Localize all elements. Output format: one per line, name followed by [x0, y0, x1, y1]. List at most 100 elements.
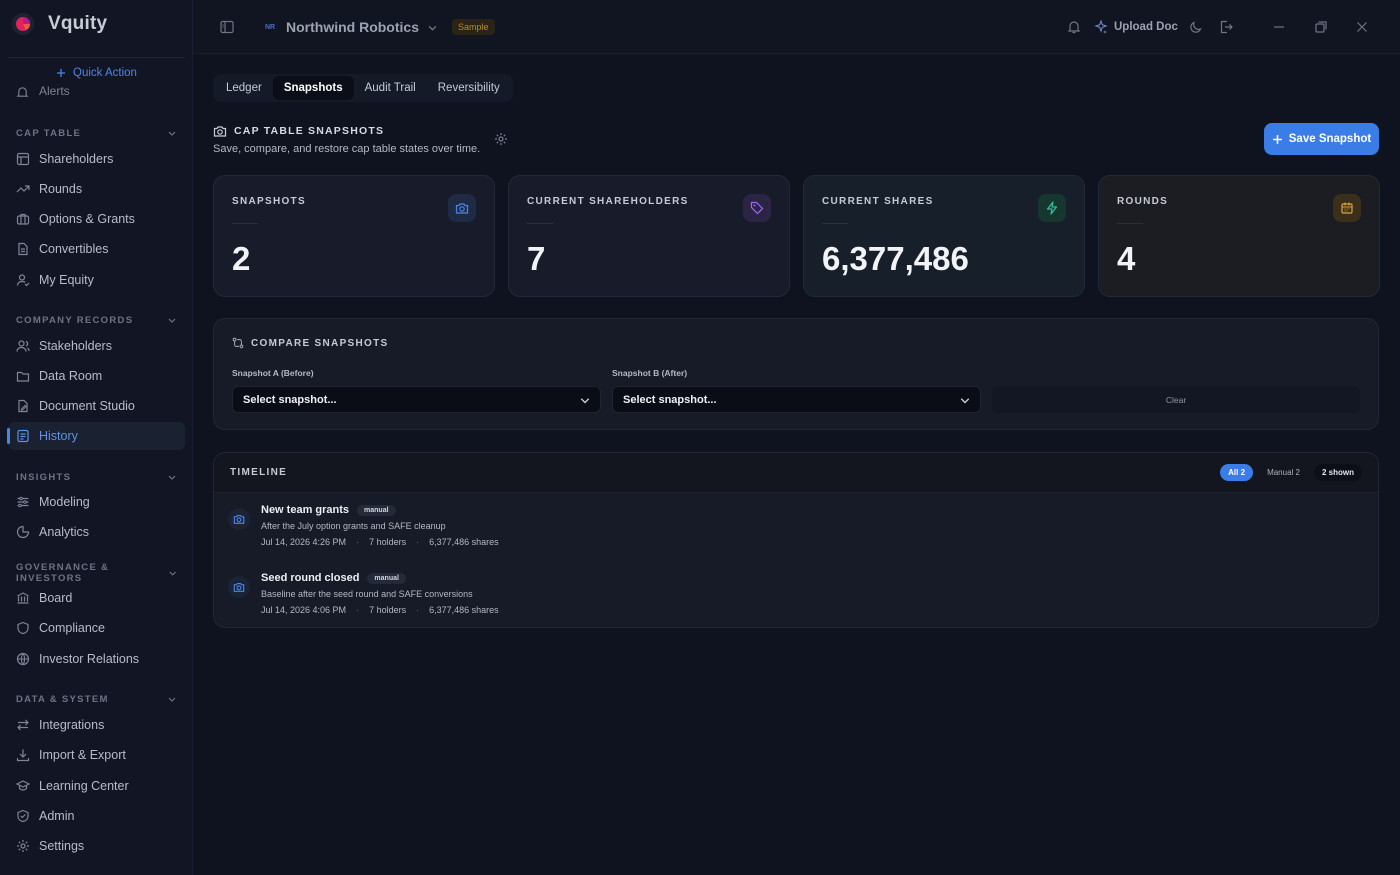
timeline-item-holders: 7 holders [369, 537, 407, 547]
chevron-down-icon [960, 397, 970, 403]
sidebar-item-alerts[interactable]: Alerts [16, 86, 70, 98]
section-title: COMPANY RECORDS [16, 314, 134, 326]
history-icon [17, 429, 29, 443]
minimize-window-button[interactable] [1271, 19, 1287, 35]
sidebar-item-history[interactable]: History [7, 422, 185, 450]
stat-label: CURRENT SHAREHOLDERS [527, 196, 689, 207]
camera-icon [448, 194, 476, 222]
sidebar-item-convertibles[interactable]: Convertibles [8, 235, 185, 263]
maximize-window-button[interactable] [1313, 19, 1329, 35]
timeline-item[interactable]: Seed round closed manual Baseline after … [228, 572, 828, 622]
snapshot-settings-button[interactable] [494, 132, 508, 146]
clear-comparison-button[interactable]: Clear [992, 386, 1360, 413]
sidebar-item-investor-relations[interactable]: Investor Relations [8, 645, 185, 673]
tag-icon [743, 194, 771, 222]
logout-button[interactable] [1218, 19, 1234, 35]
divider [1117, 223, 1143, 224]
shown-count: 2 shown [1313, 464, 1362, 481]
sidebar-item-import-export[interactable]: Import & Export [8, 741, 185, 769]
view-tabs: Ledger Snapshots Audit Trail Reversibili… [213, 74, 513, 102]
timeline-item-description: Baseline after the seed round and SAFE c… [261, 589, 473, 599]
timeline-item[interactable]: New team grants manual After the July op… [228, 504, 828, 554]
upload-doc-button[interactable]: Upload Doc [1094, 19, 1178, 35]
snapshot-b-select[interactable]: Select snapshot... [612, 386, 981, 413]
sidebar-item-settings[interactable]: Settings [8, 832, 185, 860]
pie-chart-icon [16, 525, 30, 539]
quick-action-button[interactable]: Quick Action [8, 57, 185, 87]
meta-separator: · [416, 537, 420, 547]
stat-card-snapshots: SNAPSHOTS 2 [213, 175, 495, 297]
stat-label: ROUNDS [1117, 196, 1169, 207]
sidebar-item-modeling[interactable]: Modeling [8, 488, 185, 516]
snapshot-b-label: Snapshot B (After) [612, 368, 688, 378]
sidebar-item-label: Settings [39, 839, 85, 853]
compare-title-text: COMPARE SNAPSHOTS [251, 337, 389, 349]
close-window-button[interactable] [1354, 19, 1370, 35]
company-name: Northwind Robotics [286, 19, 419, 35]
sidebar-item-shareholders[interactable]: Shareholders [8, 145, 185, 173]
section-company-records[interactable]: COMPANY RECORDS [16, 313, 176, 327]
sidebar-item-label: History [39, 429, 78, 443]
sidebar-item-label: Data Room [39, 369, 103, 383]
brand[interactable]: Vquity [12, 11, 107, 37]
camera-icon [228, 508, 250, 530]
bell-icon [1067, 21, 1081, 34]
section-governance-investors[interactable]: GOVERNANCE & INVESTORS [16, 562, 176, 584]
chevron-down-icon [168, 475, 176, 480]
sidebar-item-label: Modeling [39, 495, 90, 509]
sidebar-item-learning-center[interactable]: Learning Center [8, 772, 185, 800]
sidebar-item-stakeholders[interactable]: Stakeholders [8, 332, 185, 360]
page-title-text: CAP TABLE SNAPSHOTS [234, 125, 385, 137]
tab-audit-trail[interactable]: Audit Trail [354, 76, 427, 100]
page-subtitle: Save, compare, and restore cap table sta… [213, 143, 481, 155]
save-snapshot-button[interactable]: Save Snapshot [1264, 123, 1379, 155]
stat-card-rounds: ROUNDS 4 [1098, 175, 1380, 297]
sidebar-item-compliance[interactable]: Compliance [8, 614, 185, 642]
sidebar-toggle-icon [220, 20, 234, 34]
notifications-button[interactable] [1066, 19, 1082, 35]
sidebar-item-label: Shareholders [39, 152, 114, 166]
sidebar-item-label: Analytics [39, 525, 90, 539]
sidebar-item-board[interactable]: Board [8, 584, 185, 612]
compare-title: COMPARE SNAPSHOTS [232, 337, 388, 349]
sidebar-item-admin[interactable]: Admin [8, 802, 185, 830]
tab-reversibility[interactable]: Reversibility [427, 76, 511, 100]
timeline-item-holders: 7 holders [369, 605, 407, 615]
chevron-down-icon [168, 318, 176, 323]
sidebar-item-options-grants[interactable]: Options & Grants [8, 205, 185, 233]
timeline-item-badge: manual [357, 504, 396, 516]
tab-snapshots[interactable]: Snapshots [272, 76, 354, 100]
timeline-panel: TIMELINE All 2 Manual 2 2 shown New team… [213, 452, 1379, 628]
section-title: INSIGHTS [16, 471, 72, 483]
save-snapshot-label: Save Snapshot [1288, 133, 1372, 145]
section-insights[interactable]: INSIGHTS [16, 470, 176, 484]
sidebar-item-my-equity[interactable]: My Equity [8, 266, 185, 294]
timeline-title: TIMELINE [230, 467, 288, 478]
sidebar-item-integrations[interactable]: Integrations [8, 711, 185, 739]
timeline-filters: All 2 Manual 2 2 shown [1220, 464, 1362, 481]
sidebar-item-document-studio[interactable]: Document Studio [8, 392, 185, 420]
toggle-sidebar-button[interactable] [219, 19, 235, 35]
theme-toggle-button[interactable] [1188, 19, 1204, 35]
filter-all[interactable]: All 2 [1220, 464, 1254, 481]
timeline-item-title: Seed round closed [261, 572, 360, 584]
restore-icon [1315, 21, 1327, 33]
document-icon [18, 242, 28, 256]
stat-value: 7 [527, 240, 546, 277]
section-cap-table[interactable]: CAP TABLE [16, 126, 176, 140]
chevron-down-icon [169, 571, 176, 576]
stat-value: 2 [232, 240, 251, 277]
section-data-system[interactable]: DATA & SYSTEM [16, 692, 176, 706]
sidebar-item-label: Admin [39, 809, 75, 823]
filter-manual[interactable]: Manual 2 [1259, 464, 1308, 481]
sidebar-item-data-room[interactable]: Data Room [8, 362, 185, 390]
company-switcher[interactable]: NR Northwind Robotics Sample [263, 17, 495, 37]
sidebar-item-rounds[interactable]: Rounds [8, 175, 185, 203]
timeline-item-title: New team grants [261, 504, 350, 516]
sidebar-item-label: Board [39, 591, 73, 605]
tab-ledger[interactable]: Ledger [215, 76, 273, 100]
snapshot-a-select[interactable]: Select snapshot... [232, 386, 601, 413]
landmark-icon [17, 592, 29, 604]
sparkle-icon [1094, 20, 1108, 34]
sidebar-item-analytics[interactable]: Analytics [8, 518, 185, 546]
